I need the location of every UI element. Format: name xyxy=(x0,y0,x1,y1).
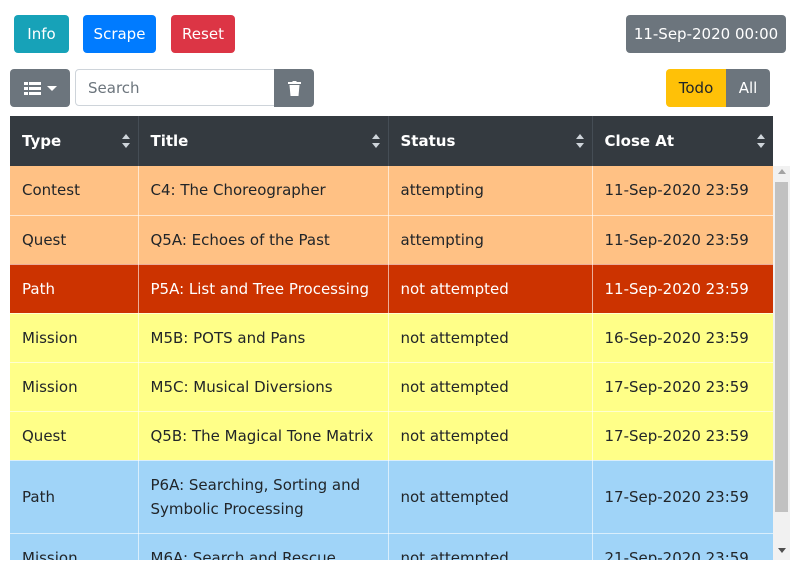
cell-status: attempting xyxy=(388,166,593,216)
sort-icon xyxy=(121,134,130,148)
cell-type: Path xyxy=(10,460,139,534)
column-header-status[interactable]: Status xyxy=(388,116,593,166)
task-table: Type Title Status Close At Contest C4: Th… xyxy=(10,116,790,560)
cell-type: Contest xyxy=(10,166,139,216)
search-input[interactable] xyxy=(75,69,275,106)
cell-status: not attempted xyxy=(388,362,593,412)
table-row[interactable]: Mission M6A: Search and Rescue not attempt… xyxy=(10,533,773,560)
chevron-down-icon xyxy=(46,85,57,91)
table-row[interactable]: Mission M5C: Musical Diversions not attemp… xyxy=(10,362,773,412)
table-row[interactable]: Contest C4: The Choreographer attempting 11… xyxy=(10,166,773,216)
cell-close-at: 11-Sep-2020 23:59 xyxy=(592,166,773,216)
info-button[interactable]: Info xyxy=(14,15,69,53)
table-row[interactable]: Path P6A: Searching, Sorting and Symbolic… xyxy=(10,460,773,534)
cell-close-at: 21-Sep-2020 23:59 xyxy=(592,533,773,560)
table-row[interactable]: Quest Q5B: The Magical Tone Matrix not att… xyxy=(10,411,773,461)
scrollbar-thumb[interactable] xyxy=(775,182,788,512)
table-scrollbar[interactable] xyxy=(773,166,790,560)
cell-status: not attempted xyxy=(388,460,593,534)
sort-icon xyxy=(757,134,765,148)
table-row[interactable]: Path P5A: List and Tree Processing not att… xyxy=(10,264,773,314)
cell-title: M5B: POTS and Pans xyxy=(138,313,389,363)
cell-status: not attempted xyxy=(388,411,593,461)
cell-type: Path xyxy=(10,264,139,314)
list-icon xyxy=(23,81,41,95)
cell-close-at: 16-Sep-2020 23:59 xyxy=(592,313,773,363)
cell-type: Mission xyxy=(10,362,139,412)
cell-title: P5A: List and Tree Processing xyxy=(138,264,389,314)
cell-status: not attempted xyxy=(388,313,593,363)
cell-title: M5C: Musical Diversions xyxy=(138,362,389,412)
cell-status: not attempted xyxy=(388,264,593,314)
scroll-up-icon[interactable] xyxy=(778,169,786,174)
reset-button[interactable]: Reset xyxy=(171,15,235,53)
filter-all-button[interactable]: All xyxy=(726,69,770,107)
cell-status: not attempted xyxy=(388,533,593,560)
cell-type: Quest xyxy=(10,411,139,461)
trash-icon xyxy=(287,80,301,96)
cell-title: Q5B: The Magical Tone Matrix xyxy=(138,411,389,461)
cell-status: attempting xyxy=(388,215,593,265)
scroll-down-icon[interactable] xyxy=(778,548,786,553)
cell-close-at: 17-Sep-2020 23:59 xyxy=(592,460,773,534)
column-header-type[interactable]: Type xyxy=(10,116,139,166)
cell-title: C4: The Choreographer xyxy=(138,166,389,216)
column-header-title[interactable]: Title xyxy=(138,116,389,166)
sort-icon xyxy=(371,134,380,148)
cell-type: Mission xyxy=(10,533,139,560)
cell-title: P6A: Searching, Sorting and Symbolic Pro… xyxy=(138,460,389,534)
cell-close-at: 17-Sep-2020 23:59 xyxy=(592,362,773,412)
cell-type: Mission xyxy=(10,313,139,363)
table-row[interactable]: Mission M5B: POTS and Pans not attempted 16… xyxy=(10,313,773,363)
cell-title: M6A: Search and Rescue xyxy=(138,533,389,560)
clear-search-button[interactable] xyxy=(274,69,314,107)
cell-close-at: 11-Sep-2020 23:59 xyxy=(592,215,773,265)
table-row[interactable]: Quest Q5A: Echoes of the Past attempting 11… xyxy=(10,215,773,265)
column-toggle-button[interactable] xyxy=(10,69,70,107)
datetime-badge: 11-Sep-2020 00:00 xyxy=(626,15,786,53)
scrape-button[interactable]: Scrape xyxy=(83,15,156,53)
column-header-close-at[interactable]: Close At xyxy=(592,116,773,166)
cell-close-at: 11-Sep-2020 23:59 xyxy=(592,264,773,314)
cell-close-at: 17-Sep-2020 23:59 xyxy=(592,411,773,461)
filter-todo-button[interactable]: Todo xyxy=(666,69,726,107)
sort-icon xyxy=(575,134,584,148)
cell-title: Q5A: Echoes of the Past xyxy=(138,215,389,265)
cell-type: Quest xyxy=(10,215,139,265)
